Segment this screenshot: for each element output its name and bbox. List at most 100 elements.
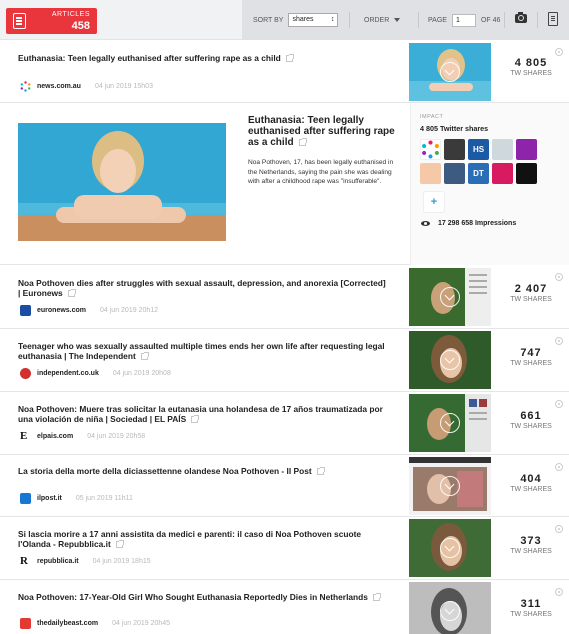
avatar[interactable] (420, 163, 441, 184)
source-favicon (20, 618, 31, 629)
articles-label: ARTICLES (51, 11, 90, 18)
article-image (18, 123, 226, 241)
order-label[interactable]: ORDER (364, 17, 389, 24)
impressions: 17 298 658 Impressions (421, 220, 516, 227)
page-label: PAGE (428, 16, 447, 24)
order-control[interactable]: ORDER (364, 0, 401, 40)
article-title[interactable]: Noa Pothoven: 17-Year-Old Girl Who Sough… (18, 592, 388, 602)
article-thumbnail[interactable] (409, 519, 491, 577)
expand-icon[interactable] (555, 400, 563, 408)
article-title[interactable]: La storia della morte della diciassetten… (18, 466, 388, 476)
external-link-icon[interactable] (191, 415, 200, 424)
share-count: 373 TW SHARES (500, 535, 562, 555)
add-button[interactable]: + (423, 191, 445, 213)
impressions-count: 17 298 658 Impressions (438, 220, 517, 227)
avatar[interactable]: DT (468, 163, 489, 184)
article-row[interactable]: Si lascia morire a 17 anni assistita da … (0, 517, 569, 580)
camera-icon[interactable] (515, 12, 527, 23)
article-title[interactable]: Noa Pothoven dies after struggles with s… (18, 278, 388, 298)
share-count: 4 805 TW SHARES (500, 57, 562, 77)
article-row[interactable]: Euthanasia: Teen legally euthanised afte… (0, 40, 569, 103)
share-number: 373 (520, 535, 542, 547)
source-name[interactable]: repubblica.it (37, 558, 79, 565)
share-label: TW SHARES (510, 360, 552, 367)
share-number: 404 (520, 473, 542, 485)
source-favicon (20, 493, 31, 504)
avatar[interactable] (516, 163, 537, 184)
source-name[interactable]: ilpost.it (37, 495, 62, 502)
external-link-icon[interactable] (67, 289, 76, 298)
article-source: news.com.au 04 jun 2019 15h03 (20, 81, 153, 92)
external-link-icon[interactable] (298, 137, 307, 146)
publish-date: 04 jun 2019 20h45 (112, 620, 171, 627)
divider (504, 12, 505, 28)
sort-select[interactable]: shares (288, 13, 339, 27)
export-icon[interactable] (548, 12, 558, 26)
external-link-icon[interactable] (372, 593, 381, 602)
article-thumbnail[interactable] (409, 268, 491, 326)
share-label: TW SHARES (510, 548, 552, 555)
article-title[interactable]: Euthanasia: Teen legally euthanised afte… (18, 53, 388, 63)
twitter-shares-count: 4 805 Twitter shares (420, 124, 489, 133)
detail-description: Noa Pothoven, 17, has been legally eutha… (248, 159, 394, 185)
article-title[interactable]: Si lascia morire a 17 anni assistita da … (18, 529, 388, 549)
avatar[interactable] (516, 139, 537, 160)
article-thumbnail[interactable] (409, 582, 491, 634)
publish-date: 05 jun 2019 11h11 (75, 495, 133, 502)
source-name[interactable]: euronews.com (37, 307, 86, 314)
article-row[interactable]: Noa Pothoven dies after struggles with s… (0, 265, 569, 329)
expand-icon[interactable] (555, 48, 563, 56)
document-icon (13, 13, 26, 29)
expand-icon[interactable] (555, 463, 563, 471)
avatar[interactable] (492, 163, 513, 184)
article-thumbnail[interactable] (409, 331, 491, 389)
expand-icon[interactable] (555, 273, 563, 281)
share-count: 311 TW SHARES (500, 598, 562, 618)
source-name[interactable]: thedailybeast.com (37, 620, 98, 627)
impact-label: IMPACT (420, 114, 444, 120)
detail-title[interactable]: Euthanasia: Teen legally euthanised afte… (248, 115, 398, 148)
source-name[interactable]: elpais.com (37, 433, 73, 440)
article-title[interactable]: Teenager who was sexually assaulted mult… (18, 341, 388, 361)
article-source: thedailybeast.com 04 jun 2019 20h45 (20, 618, 170, 629)
sort-control: SORT BY shares (253, 0, 339, 40)
page-of-label: OF 46 (480, 16, 501, 24)
avatar[interactable] (420, 139, 441, 160)
avatar[interactable] (444, 139, 465, 160)
avatar[interactable] (444, 163, 465, 184)
article-title[interactable]: Noa Pothoven: Muere tras solicitar la eu… (18, 404, 388, 424)
share-label: TW SHARES (510, 611, 552, 618)
source-favicon (20, 305, 31, 316)
article-row[interactable]: Teenager who was sexually assaulted mult… (0, 329, 569, 392)
article-thumbnail[interactable] (409, 394, 491, 452)
article-row[interactable]: Noa Pothoven: Muere tras solicitar la eu… (0, 392, 569, 455)
source-name[interactable]: independent.co.uk (37, 370, 99, 377)
page-input[interactable]: 1 (451, 13, 476, 27)
share-count: 2 407 TW SHARES (500, 283, 562, 303)
avatar[interactable]: HS (468, 139, 489, 160)
expand-icon[interactable] (555, 525, 563, 533)
chevron-down-icon (394, 18, 401, 22)
source-name[interactable]: news.com.au (37, 83, 81, 90)
expand-icon[interactable] (555, 337, 563, 345)
share-count: 747 TW SHARES (500, 347, 562, 367)
sort-by-label: SORT BY (253, 16, 284, 24)
article-source: euronews.com 04 jun 2019 20h12 (20, 305, 158, 316)
external-link-icon[interactable] (115, 540, 124, 549)
article-source: E elpais.com 04 jun 2019 20h58 (20, 431, 145, 442)
source-favicon: R (20, 555, 28, 567)
article-row[interactable]: La storia della morte della diciassetten… (0, 455, 569, 517)
article-row[interactable]: Noa Pothoven: 17-Year-Old Girl Who Sough… (0, 580, 569, 634)
article-thumbnail[interactable] (409, 43, 491, 101)
article-thumbnail[interactable] (409, 457, 491, 515)
chevron-down-icon (440, 538, 460, 558)
share-number: 661 (520, 410, 542, 422)
chevron-down-icon (440, 350, 460, 370)
avatar[interactable] (492, 139, 513, 160)
expand-icon[interactable] (555, 588, 563, 596)
external-link-icon[interactable] (140, 352, 149, 361)
external-link-icon[interactable] (316, 467, 325, 476)
external-link-icon[interactable] (285, 54, 294, 63)
share-number: 747 (520, 347, 542, 359)
articles-count-badge[interactable]: ARTICLES 458 (6, 8, 97, 34)
